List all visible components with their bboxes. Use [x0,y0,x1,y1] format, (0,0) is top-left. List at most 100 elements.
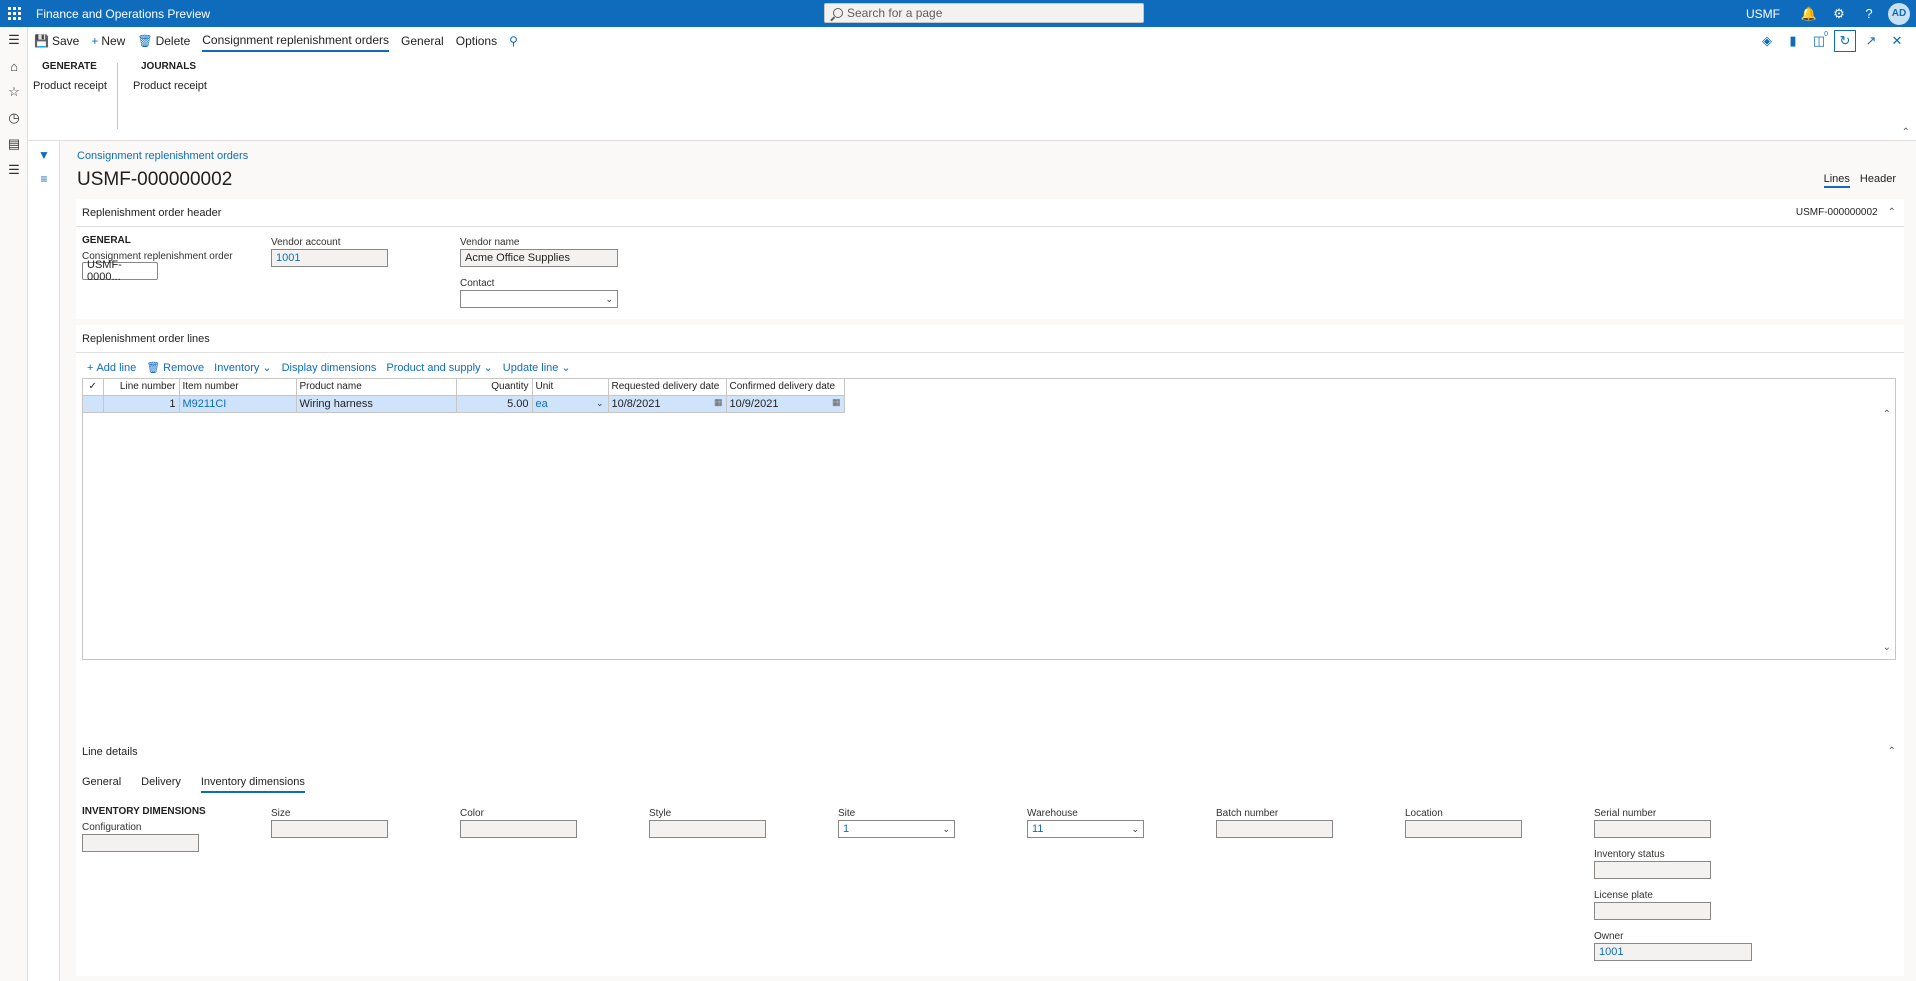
site-select[interactable]: 1 ⌄ [838,820,955,838]
delete-button[interactable]: 🗑 Delete [131,27,196,55]
add-line-button[interactable]: + Add line [82,362,141,374]
location-label: Location [1405,808,1443,819]
location-field[interactable] [1405,820,1522,838]
cell-unit[interactable]: ea ⌄ [532,395,609,413]
calendar-icon[interactable]: ▦ [832,397,841,408]
tab-options[interactable]: Options [450,27,503,55]
table-header-row: ✓ Line number Item number Product name Q… [83,379,845,396]
tab-details-general[interactable]: General [82,776,121,793]
open-new-window-icon[interactable]: ↗ [1860,30,1882,52]
cell-item-number[interactable]: M9211CI [179,395,297,413]
col-requested-date[interactable]: Requested delivery date [608,379,727,396]
update-line-menu[interactable]: Update line ⌄ [498,361,576,375]
display-dimensions-button[interactable]: Display dimensions [277,362,382,374]
app-title[interactable]: Finance and Operations Preview [36,7,210,21]
calendar-icon[interactable]: ▦ [714,397,723,408]
search-input[interactable]: Search for a page [824,3,1144,23]
home-icon[interactable]: ⌂ [0,53,28,79]
replenishment-order-lines-section: Replenishment order lines + Add line 🗑 Rem… [76,325,1904,736]
section-divider [76,226,1904,227]
batch-number-field[interactable] [1216,820,1333,838]
ribbon-group-journals: JOURNALS Product receipt [133,61,207,92]
cell-product-name[interactable]: Wiring harness [296,395,457,413]
color-field[interactable] [460,820,577,838]
close-icon[interactable]: ✕ [1886,30,1908,52]
help-icon[interactable]: ? [1854,6,1884,21]
col-quantity[interactable]: Quantity [456,379,533,396]
chevron-up-icon[interactable]: ⌃ [1888,746,1896,757]
scroll-down-icon[interactable]: ⌄ [1883,642,1891,653]
ribbon-group-header: GENERATE [42,61,97,72]
header-summary: USMF-000000002 [1795,207,1878,218]
hamburger-icon[interactable]: ☰ [0,27,28,53]
inventory-menu[interactable]: Inventory ⌄ [209,361,276,375]
chevron-down-icon: ⌄ [595,397,604,408]
vendor-account-field[interactable]: 1001 [271,249,388,267]
view-header-tab[interactable]: Header [1860,173,1896,188]
vendor-name-field[interactable]: Acme Office Supplies [460,249,618,267]
collapse-ribbon-icon[interactable]: ⌃ [1902,127,1910,138]
owner-field[interactable]: 1001 [1594,943,1752,961]
section-title[interactable]: Line details [82,746,138,758]
app-launcher-icon[interactable] [0,0,28,27]
plus-icon: + [91,34,99,48]
serial-number-field[interactable] [1594,820,1711,838]
inventory-status-field[interactable] [1594,861,1711,879]
bell-icon[interactable]: 🔔 [1794,6,1824,22]
office-icon[interactable]: ▮ [1782,30,1804,52]
row-select-checkbox[interactable] [83,395,104,413]
style-field[interactable] [649,820,766,838]
section-title[interactable]: Replenishment order header [82,207,221,219]
tab-general[interactable]: General [395,27,450,55]
table-row[interactable]: 1 M9211CI Wiring harness 5.00 ea ⌄ 10/8/2… [83,395,845,413]
configuration-field[interactable] [82,834,199,852]
product-supply-menu[interactable]: Product and supply ⌄ [381,361,497,375]
top-bar: Finance and Operations Preview Search fo… [0,0,1916,27]
select-all-checkbox[interactable]: ✓ [83,379,104,396]
col-line-number[interactable]: Line number [103,379,180,396]
modules-icon[interactable]: ☰ [0,157,28,183]
attachments-icon[interactable]: ◫ 0 [1808,30,1830,52]
company-picker[interactable]: USMF [1746,7,1780,21]
star-icon[interactable]: ☆ [0,79,28,105]
order-field[interactable]: USMF-0000... [82,259,158,283]
breadcrumb[interactable]: Consignment replenishment orders [77,150,248,162]
generate-product-receipt-button[interactable]: Product receipt [33,80,107,92]
clock-icon[interactable]: ◷ [0,105,28,131]
tab-consignment-replenishment-orders[interactable]: Consignment replenishment orders [202,30,390,52]
cell-quantity[interactable]: 5.00 [456,395,533,413]
main-content: Consignment replenishment orders USMF-00… [60,141,1916,981]
chevron-up-icon[interactable]: ⌃ [1888,207,1896,218]
power-apps-icon[interactable]: ◈ [1756,30,1778,52]
filter-icon[interactable]: ▼ [28,143,60,167]
save-button[interactable]: 💾 Save [28,27,85,55]
scroll-up-icon[interactable]: ⌃ [1883,409,1891,420]
journals-product-receipt-button[interactable]: Product receipt [133,80,207,92]
action-search-icon[interactable]: ⚲ [503,27,527,55]
tab-details-delivery[interactable]: Delivery [141,776,181,793]
new-button[interactable]: + New [85,27,131,55]
refresh-icon[interactable]: ↻ [1834,30,1856,52]
field-group-inventory-dimensions: INVENTORY DIMENSIONS [82,806,206,817]
col-unit[interactable]: Unit [532,379,609,396]
col-product-name[interactable]: Product name [296,379,457,396]
owner-label: Owner [1594,931,1624,942]
warehouse-select[interactable]: 11 ⌄ [1027,820,1144,838]
avatar[interactable]: AD [1888,2,1910,25]
license-plate-field[interactable] [1594,902,1711,920]
col-confirmed-date[interactable]: Confirmed delivery date [726,379,845,396]
remove-button[interactable]: 🗑 Remove [141,361,209,375]
size-field[interactable] [271,820,388,838]
contact-select[interactable]: ⌄ [460,290,618,308]
plus-icon: + [87,361,94,374]
gear-icon[interactable]: ⚙ [1824,6,1854,22]
cell-confirmed-date[interactable]: 10/9/2021 ▦ [726,395,845,413]
tab-inventory-dimensions[interactable]: Inventory dimensions [200,776,305,793]
section-title[interactable]: Replenishment order lines [82,333,210,345]
workspace-icon[interactable]: ▤ [0,131,28,157]
view-lines-tab[interactable]: Lines [1823,173,1850,188]
cell-requested-date[interactable]: 10/8/2021 ▦ [608,395,727,413]
cell-line-number[interactable]: 1 [103,395,180,413]
col-item-number[interactable]: Item number [179,379,297,396]
list-icon[interactable]: ≡ [28,167,60,191]
